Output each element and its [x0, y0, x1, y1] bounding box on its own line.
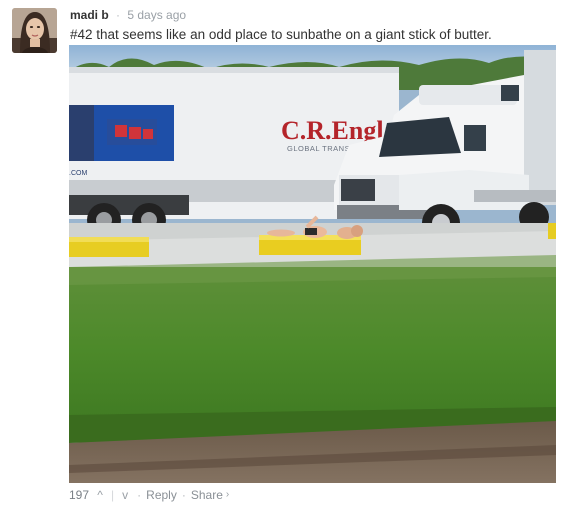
- comment-text: #42 that seems like an odd place to sunb…: [70, 27, 492, 42]
- upvote-icon[interactable]: ^: [93, 488, 107, 502]
- header-separator: ·: [116, 8, 121, 22]
- comment-photo[interactable]: C.R.Engla GLOBAL TRANSPORT .COM: [69, 45, 556, 483]
- comment-header: madi b · 5 days ago: [70, 8, 186, 23]
- comment: madi b · 5 days ago #42 that seems like …: [0, 0, 570, 515]
- reply-button[interactable]: Reply: [146, 488, 177, 502]
- photo-image: C.R.Engla GLOBAL TRANSPORT .COM: [69, 45, 556, 483]
- author-name[interactable]: madi b: [70, 8, 109, 22]
- downvote-icon[interactable]: v: [118, 488, 132, 502]
- vote-divider: |: [111, 488, 115, 502]
- share-chevron-icon: ›: [225, 489, 230, 500]
- footer-dot-2: ·: [181, 488, 186, 502]
- footer-dot-1: ·: [137, 488, 142, 502]
- avatar[interactable]: [12, 8, 57, 53]
- share-button[interactable]: Share: [191, 488, 223, 502]
- vote-count: 197: [69, 488, 90, 502]
- comment-footer: 197 ^ | v · Reply · Share ›: [69, 488, 229, 502]
- avatar-image: [12, 8, 57, 53]
- trailer-web-text: .COM: [69, 170, 87, 177]
- timestamp[interactable]: 5 days ago: [127, 8, 186, 22]
